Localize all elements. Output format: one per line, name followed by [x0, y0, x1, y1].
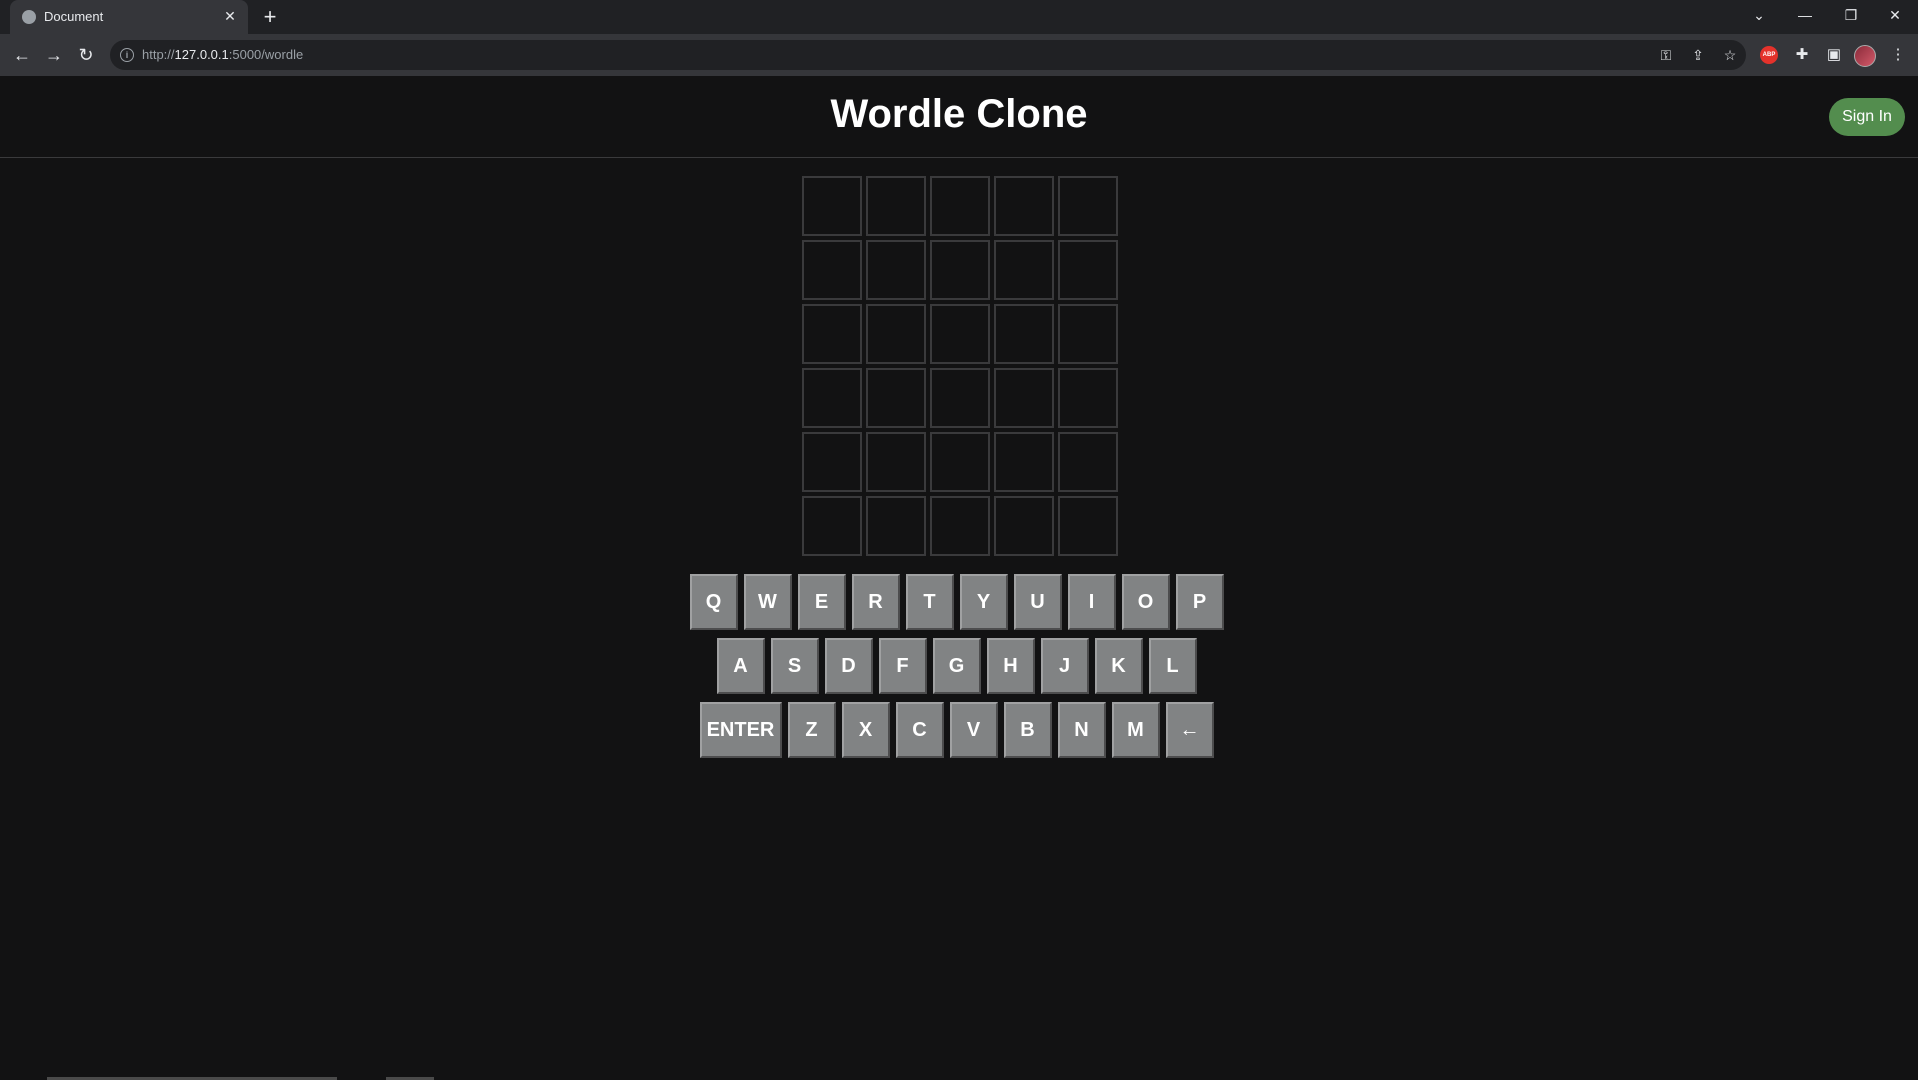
- board-row: [802, 368, 1120, 428]
- letter-tile: [994, 176, 1054, 236]
- key-icon[interactable]: ⚿: [1656, 45, 1676, 65]
- restore-button[interactable]: ❐: [1828, 0, 1874, 30]
- side-panel-icon[interactable]: ▣: [1822, 43, 1846, 67]
- browser-toolbar: ← → ↻ i http://127.0.0.1:5000/wordle ⚿ ⇪…: [0, 34, 1918, 76]
- letter-tile: [866, 432, 926, 492]
- reload-icon[interactable]: ↻: [74, 43, 98, 67]
- letter-tile: [802, 496, 862, 556]
- site-header: Wordle Clone Sign In: [0, 76, 1918, 158]
- board-row: [802, 496, 1120, 556]
- page-title: Wordle Clone: [830, 92, 1088, 136]
- key-h[interactable]: H: [986, 638, 1035, 694]
- letter-tile: [994, 368, 1054, 428]
- key-d[interactable]: D: [824, 638, 873, 694]
- letter-tile: [1058, 304, 1118, 364]
- keyboard-row: QWERTYUIOP: [0, 574, 1918, 630]
- board-row: [802, 240, 1120, 300]
- letter-tile: [994, 432, 1054, 492]
- key-t[interactable]: T: [905, 574, 954, 630]
- key-s[interactable]: S: [770, 638, 819, 694]
- url-text[interactable]: http://127.0.0.1:5000/wordle: [142, 47, 303, 62]
- letter-tile: [802, 304, 862, 364]
- letter-tile: [1058, 432, 1118, 492]
- letter-tile: [866, 368, 926, 428]
- letter-tile: [802, 240, 862, 300]
- key-c[interactable]: C: [895, 702, 944, 758]
- browser-tab[interactable]: Document ✕: [10, 0, 248, 34]
- letter-tile: [1058, 368, 1118, 428]
- keyboard-row: ENTER Z X C V B N M ←: [0, 702, 1918, 758]
- adblock-icon[interactable]: ABP: [1760, 46, 1778, 64]
- key-v[interactable]: V: [949, 702, 998, 758]
- letter-tile: [930, 496, 990, 556]
- key-o[interactable]: O: [1121, 574, 1170, 630]
- tab-bar: Document ✕ + ⌄ — ❐ ✕: [0, 0, 1918, 34]
- backspace-key[interactable]: ←: [1165, 702, 1214, 758]
- tab-title: Document: [44, 9, 104, 24]
- letter-tile: [866, 304, 926, 364]
- letter-tile: [930, 240, 990, 300]
- forward-icon[interactable]: →: [42, 43, 66, 67]
- letter-tile: [802, 432, 862, 492]
- new-tab-button[interactable]: +: [258, 5, 282, 29]
- key-e[interactable]: E: [797, 574, 846, 630]
- enter-key[interactable]: ENTER: [699, 702, 782, 758]
- key-f[interactable]: F: [878, 638, 927, 694]
- key-n[interactable]: N: [1057, 702, 1106, 758]
- address-bar[interactable]: i http://127.0.0.1:5000/wordle ⚿ ⇪ ☆: [110, 40, 1746, 70]
- letter-tile: [1058, 240, 1118, 300]
- key-i[interactable]: I: [1067, 574, 1116, 630]
- key-g[interactable]: G: [932, 638, 981, 694]
- key-q[interactable]: Q: [689, 574, 738, 630]
- key-x[interactable]: X: [841, 702, 890, 758]
- key-k[interactable]: K: [1094, 638, 1143, 694]
- globe-icon: [22, 10, 36, 24]
- key-p[interactable]: P: [1175, 574, 1224, 630]
- letter-tile: [994, 240, 1054, 300]
- bookmark-star-icon[interactable]: ☆: [1720, 45, 1740, 65]
- key-j[interactable]: J: [1040, 638, 1089, 694]
- sign-in-button[interactable]: Sign In: [1829, 98, 1905, 136]
- game-board: [802, 176, 1120, 560]
- extensions-icon[interactable]: ✚: [1790, 43, 1814, 67]
- back-icon[interactable]: ←: [10, 43, 34, 67]
- page: Wordle Clone Sign In QWERTYUIOP ASDFGHJKL…: [0, 76, 1918, 1080]
- close-window-button[interactable]: ✕: [1872, 0, 1918, 30]
- board-row: [802, 432, 1120, 492]
- keyboard-row: ASDFGHJKL: [0, 638, 1918, 694]
- letter-tile: [930, 368, 990, 428]
- key-m[interactable]: M: [1111, 702, 1160, 758]
- profile-avatar[interactable]: [1854, 45, 1876, 67]
- minimize-button[interactable]: —: [1782, 0, 1828, 30]
- letter-tile: [802, 176, 862, 236]
- board-row: [802, 176, 1120, 236]
- keyboard: Q W E R T Y U I O P A S D F G H J K L ENTER Z X C V B N M ←: [0, 574, 1918, 766]
- key-w[interactable]: W: [743, 574, 792, 630]
- key-r[interactable]: R: [851, 574, 900, 630]
- close-tab-icon[interactable]: ✕: [220, 6, 240, 26]
- letter-tile: [930, 304, 990, 364]
- letter-tile: [1058, 176, 1118, 236]
- tab-search-icon[interactable]: ⌄: [1736, 0, 1782, 30]
- key-y[interactable]: Y: [959, 574, 1008, 630]
- letter-tile: [994, 496, 1054, 556]
- letter-tile: [930, 432, 990, 492]
- key-a[interactable]: A: [716, 638, 765, 694]
- letter-tile: [866, 496, 926, 556]
- letter-tile: [930, 176, 990, 236]
- letter-tile: [994, 304, 1054, 364]
- key-l[interactable]: L: [1148, 638, 1197, 694]
- key-z[interactable]: Z: [787, 702, 836, 758]
- letter-tile: [802, 368, 862, 428]
- menu-icon[interactable]: ⋮: [1886, 43, 1910, 67]
- key-u[interactable]: U: [1013, 574, 1062, 630]
- letter-tile: [866, 176, 926, 236]
- site-info-icon[interactable]: i: [120, 48, 134, 62]
- key-b[interactable]: B: [1003, 702, 1052, 758]
- share-icon[interactable]: ⇪: [1688, 45, 1708, 65]
- board-row: [802, 304, 1120, 364]
- letter-tile: [1058, 496, 1118, 556]
- letter-tile: [866, 240, 926, 300]
